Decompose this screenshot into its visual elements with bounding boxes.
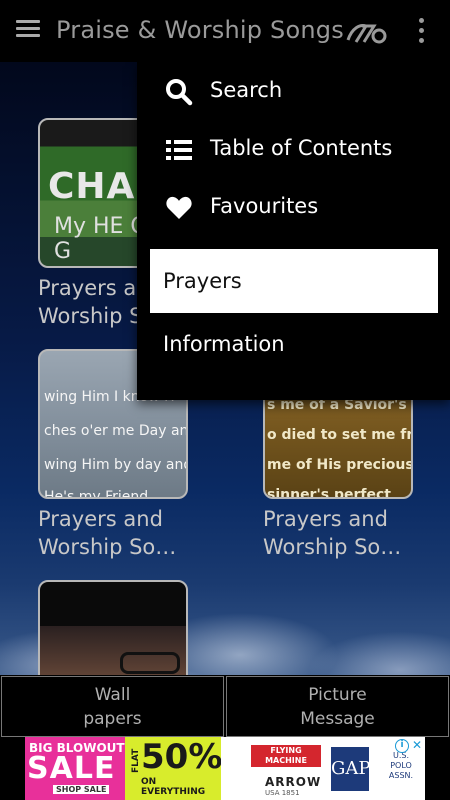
menu-item-label: Search (210, 78, 283, 102)
song-card-label: Prayers and Worship So… (263, 507, 402, 559)
wallpapers-button[interactable]: Wall papers (1, 676, 224, 737)
song-card-label: Prayers and Worship So… (38, 507, 177, 559)
ad-text: 50% (141, 737, 223, 777)
arrow-logo: ARROW (265, 775, 322, 789)
thumb-text: o died to set me fr (267, 427, 413, 443)
thumb-text: me of His precious (267, 457, 413, 473)
ad-sale-panel: BIG BLOWOUT SALE SHOP SALE (25, 737, 125, 800)
heart-icon (166, 196, 192, 219)
menu-item-label: Table of Contents (210, 136, 393, 160)
ad-text: SALE (27, 751, 116, 786)
ad-brands-panel: FLYING MACHINE ARROW USA 1851 GAP U.S. P… (221, 737, 425, 800)
close-icon[interactable]: ✕ (411, 739, 423, 751)
menu-item-table-of-contents[interactable]: Table of Contents (137, 120, 450, 178)
bottom-action-bar: Wall papers Picture Message (0, 675, 450, 737)
thumb-text: ches o'er me Day an (44, 423, 188, 439)
menu-item-search[interactable]: Search (137, 62, 450, 120)
ad-text: USA 1851 (265, 789, 300, 797)
ad-banner[interactable]: BIG BLOWOUT SALE SHOP SALE FLAT 50% ON E… (25, 737, 425, 800)
polo-logo: U.S. POLO ASSN. (388, 751, 414, 780)
picture-message-button[interactable]: Picture Message (226, 676, 449, 737)
song-thumbnail[interactable] (38, 580, 188, 675)
list-icon (166, 140, 192, 160)
thumb-text: sinner's perfect (267, 487, 391, 499)
thumb-text: He's my Friend (44, 489, 149, 499)
more-vertical-icon[interactable] (414, 18, 428, 46)
menu-item-favourites[interactable]: Favourites (137, 178, 450, 236)
thumb-photo (120, 652, 180, 674)
search-icon (166, 79, 193, 106)
gap-logo: GAP (331, 747, 371, 791)
ad-text: ON EVERYTHING (141, 777, 206, 797)
menu-item-label: Favourites (210, 194, 319, 218)
menu-item-prayers[interactable]: Prayers (150, 249, 438, 313)
app-logo-icon (346, 24, 387, 44)
app-title: Praise & Worship Songs (56, 16, 344, 44)
ad-text: FLAT (131, 748, 141, 773)
overflow-menu: Search Table of Contents Favourites Pray… (137, 62, 450, 400)
song-card-4[interactable] (38, 580, 188, 675)
app-bar: Praise & Worship Songs (0, 0, 450, 62)
flying-machine-logo: FLYING MACHINE (251, 745, 321, 767)
menu-item-information[interactable]: Information (150, 312, 438, 376)
hamburger-menu-icon[interactable] (16, 20, 40, 42)
ad-discount-panel: FLAT 50% ON EVERYTHING (125, 737, 223, 800)
adchoices-icon[interactable]: i (395, 739, 409, 753)
thumb-text: wing Him by day and (44, 457, 188, 473)
ad-shop-button[interactable]: SHOP SALE (53, 785, 110, 794)
